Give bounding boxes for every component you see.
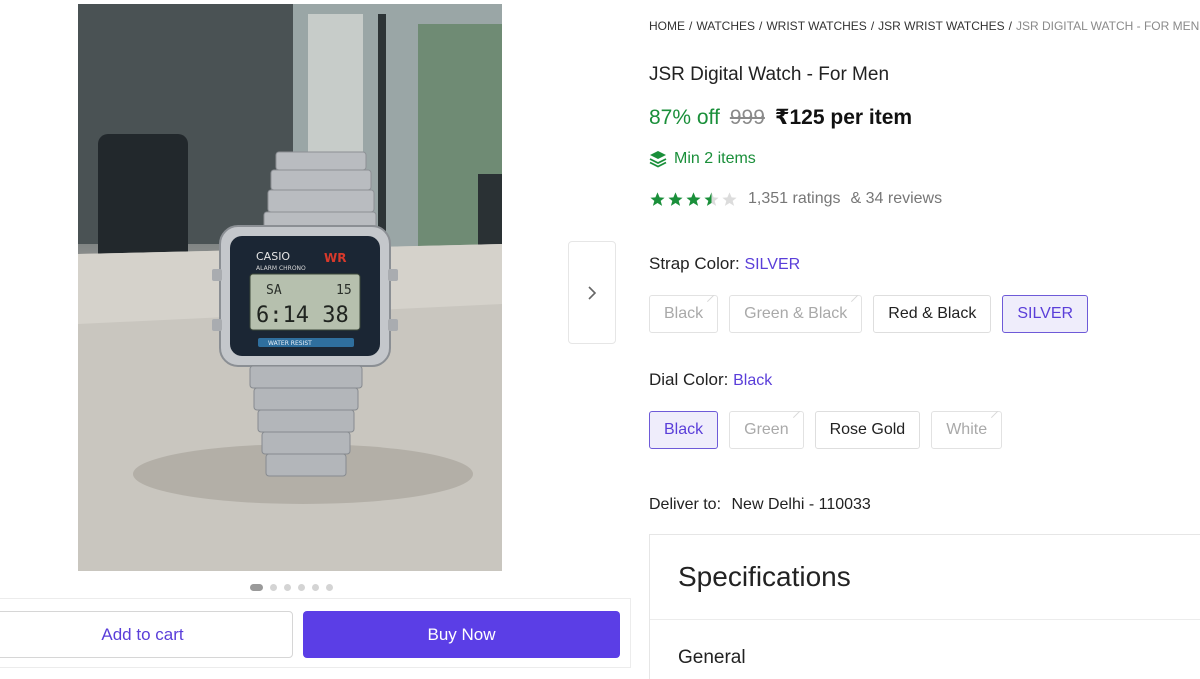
strap-color-option[interactable]: Red & Black — [873, 295, 992, 333]
deliver-location: New Delhi - 110033 — [731, 496, 871, 513]
watch-subtitle: ALARM CHRONO — [256, 265, 306, 272]
buy-now-button[interactable]: Buy Now — [303, 611, 620, 658]
dial-color-option: White — [931, 411, 1003, 449]
dial-color-option: Green — [729, 411, 804, 449]
reviews-count[interactable]: & 34 reviews — [851, 190, 943, 208]
carousel-dot[interactable] — [312, 584, 319, 591]
action-bar: Add to cart Buy Now — [0, 598, 631, 668]
star-icon — [704, 191, 719, 206]
star-icon — [686, 191, 701, 206]
breadcrumb-home[interactable]: HOME — [649, 19, 685, 33]
product-title: JSR Digital Watch - For Men — [649, 64, 890, 85]
strap-color-option: Black — [649, 295, 719, 333]
watch-bottom-text: WATER RESIST — [268, 340, 312, 347]
min-items-text: Min 2 items — [674, 150, 756, 167]
carousel-dot[interactable] — [298, 584, 305, 591]
watch-time: 6:14 38 — [256, 303, 349, 328]
delivery-info[interactable]: Deliver to: New Delhi - 110033 — [649, 496, 871, 514]
carousel-dot[interactable] — [270, 584, 277, 591]
strap-color-label: Strap Color: SILVER — [649, 254, 800, 274]
breadcrumb-current: JSR DIGITAL WATCH - FOR MEN — [1015, 19, 1200, 33]
strap-color-options: Black Green & Black Red & Black SILVER — [649, 295, 1089, 333]
carousel-next-button[interactable] — [568, 241, 616, 344]
strap-color-option: Green & Black — [729, 295, 863, 333]
carousel-dots — [250, 584, 333, 591]
breadcrumb-separator: / — [870, 19, 875, 33]
watch-brand: CASIO — [256, 250, 290, 263]
rating-row: 1,351 ratings & 34 reviews — [649, 190, 942, 208]
breadcrumb-wrist-watches[interactable]: WRIST WATCHES — [766, 19, 866, 33]
divider — [650, 619, 1200, 620]
add-to-cart-button[interactable]: Add to cart — [0, 611, 293, 658]
specifications-title: Specifications — [678, 561, 851, 592]
original-price: 999 — [729, 106, 765, 129]
product-image[interactable]: CASIO WR ALARM CHRONO SA 15 6:14 38 WATE… — [78, 4, 502, 571]
specifications-card: Specifications General — [649, 534, 1200, 679]
deliver-label: Deliver to: — [649, 496, 722, 513]
dial-color-options: Black Green Rose Gold White — [649, 411, 1003, 449]
rating-stars — [649, 191, 738, 208]
dial-color-label: Dial Color: Black — [649, 370, 772, 390]
ratings-count[interactable]: 1,351 ratings — [748, 190, 841, 208]
chevron-right-icon — [588, 285, 597, 300]
carousel-dot[interactable] — [326, 584, 333, 591]
carousel-dot[interactable] — [284, 584, 291, 591]
breadcrumb-separator: / — [759, 19, 763, 33]
spec-section-general[interactable]: General — [678, 647, 746, 669]
breadcrumb-separator: / — [1008, 19, 1012, 33]
strap-color-selected: SILVER — [744, 256, 801, 273]
carousel-dot[interactable] — [250, 584, 263, 591]
watch-badge: WR — [324, 251, 346, 265]
star-icon — [650, 191, 665, 206]
discount-percent: 87% off — [649, 106, 720, 129]
price-row: 87% off 999 ₹125 per item — [649, 105, 912, 130]
watch-row1-right: 15 — [336, 283, 352, 298]
dial-color-label-text: Dial Color: — [649, 370, 729, 389]
star-icon — [668, 191, 683, 206]
layers-icon — [649, 151, 667, 168]
star-icon — [722, 191, 737, 206]
dial-color-option[interactable]: Rose Gold — [814, 411, 921, 449]
breadcrumb-watches[interactable]: WATCHES — [696, 19, 755, 33]
breadcrumb-separator: / — [689, 19, 693, 33]
watch-photo: CASIO WR ALARM CHRONO SA 15 6:14 38 WATE… — [78, 4, 502, 571]
breadcrumb-jsr-wrist-watches[interactable]: JSR WRIST WATCHES — [878, 19, 1004, 33]
watch-row1-left: SA — [266, 283, 282, 298]
strap-color-label-text: Strap Color: — [649, 254, 740, 273]
strap-color-option[interactable]: SILVER — [1002, 295, 1089, 333]
min-items-info: Min 2 items — [649, 150, 756, 168]
breadcrumb: HOME / WATCHES / WRIST WATCHES / JSR WRIST WAT… — [649, 19, 1199, 33]
dial-color-option[interactable]: Black — [649, 411, 719, 449]
selling-price: ₹125 per item — [774, 106, 913, 129]
dial-color-selected: Black — [733, 372, 773, 389]
